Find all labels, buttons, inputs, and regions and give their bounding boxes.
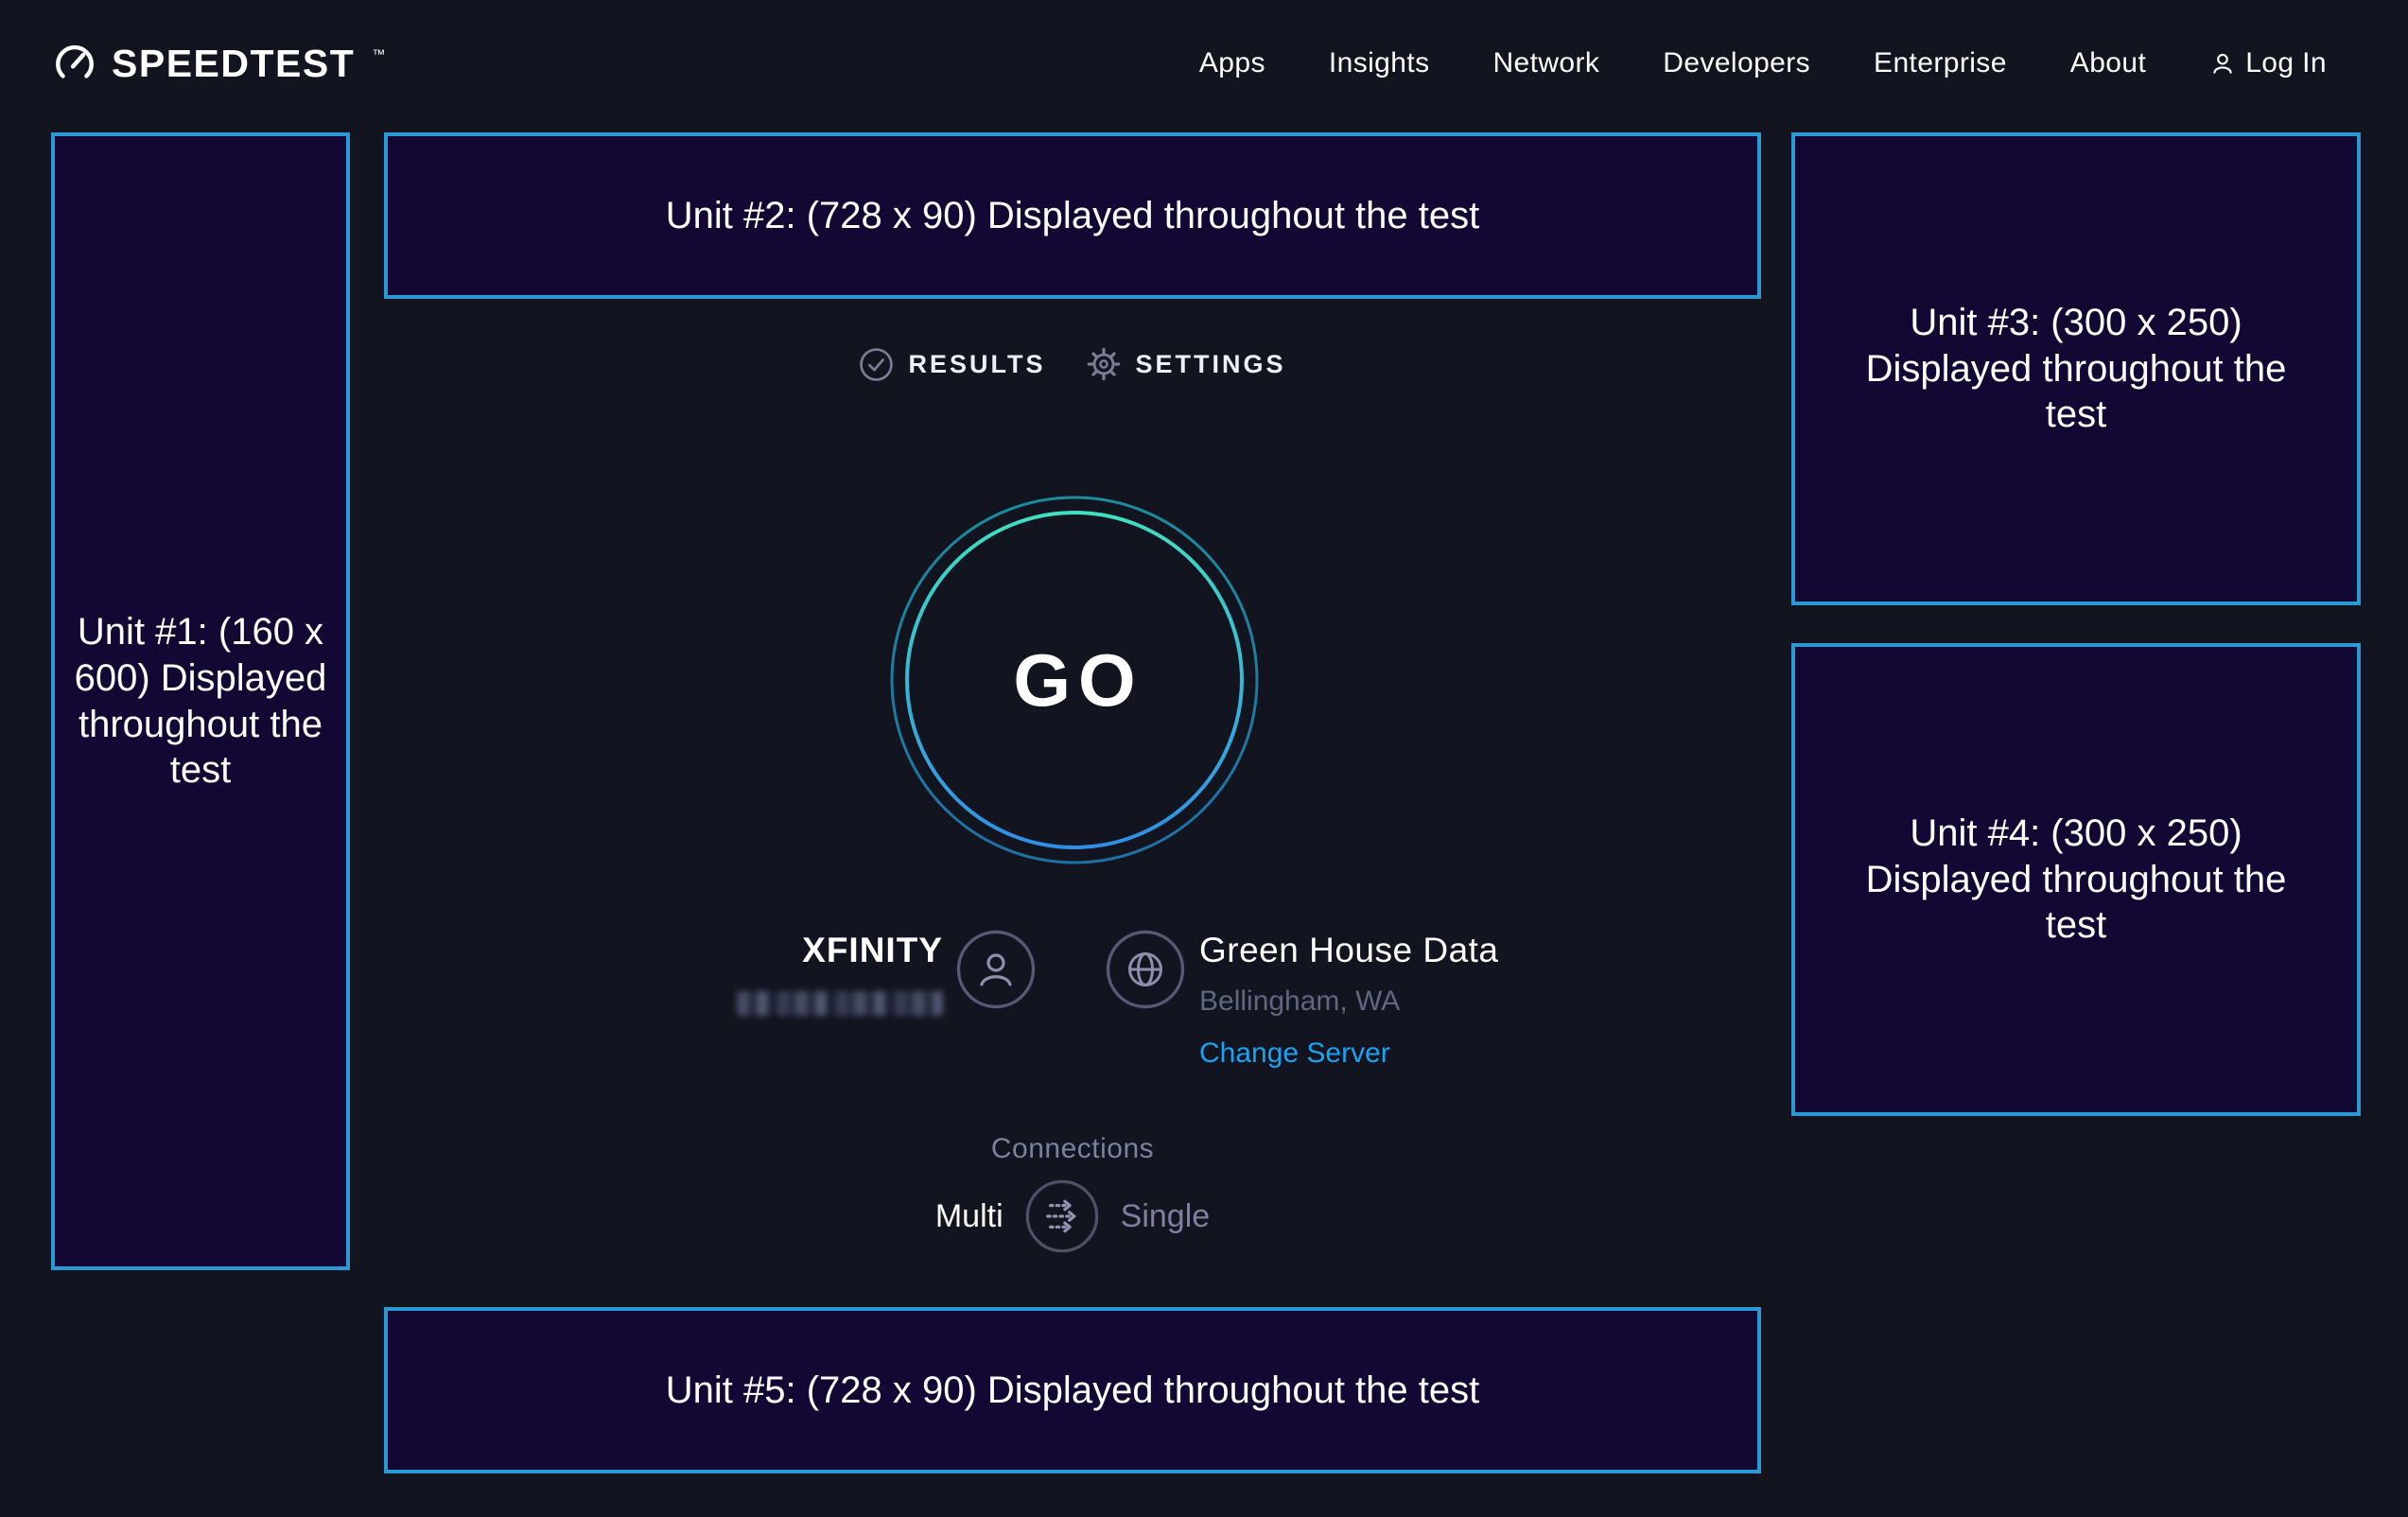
ad-unit-1-label: Unit #1: (160 x 600) Displayed throughou… <box>67 609 334 793</box>
ad-unit-2-label: Unit #2: (728 x 90) Displayed throughout… <box>666 193 1480 239</box>
ad-unit-2[interactable]: Unit #2: (728 x 90) Displayed throughout… <box>384 132 1761 299</box>
logo-text: SPEEDTEST <box>112 42 355 86</box>
nav-links: Apps Insights Network Developers Enterpr… <box>1199 47 2327 79</box>
tab-results[interactable]: RESULTS <box>859 347 1045 382</box>
isp-person-icon <box>956 930 1036 1009</box>
ad-unit-3[interactable]: Unit #3: (300 x 250) Displayed throughou… <box>1791 132 2361 605</box>
connections-option-multi[interactable]: Multi <box>935 1198 1003 1235</box>
nav-item-insights[interactable]: Insights <box>1329 47 1430 79</box>
go-button[interactable]: GO <box>889 495 1260 865</box>
change-server-link[interactable]: Change Server <box>1199 1037 1390 1070</box>
logo-trademark: ™ <box>372 46 385 61</box>
tab-settings-label: SETTINGS <box>1136 350 1286 379</box>
tab-settings[interactable]: SETTINGS <box>1086 346 1286 382</box>
ad-unit-1[interactable]: Unit #1: (160 x 600) Displayed throughou… <box>51 132 350 1270</box>
server-name: Green House Data <box>1199 931 1499 970</box>
tab-results-label: RESULTS <box>908 350 1045 379</box>
check-circle-icon <box>859 347 894 382</box>
server-block: Green House Data Bellingham, WA Change S… <box>1199 931 1499 1070</box>
nav-item-about[interactable]: About <box>2070 47 2146 79</box>
person-icon <box>2209 50 2236 77</box>
nav-item-enterprise[interactable]: Enterprise <box>1874 47 2007 79</box>
navbar: SPEEDTEST ™ Apps Insights Network Develop… <box>0 0 2408 127</box>
nav-item-developers[interactable]: Developers <box>1663 47 1810 79</box>
server-location: Bellingham, WA <box>1199 985 1400 1018</box>
nav-login-label: Log In <box>2245 47 2327 79</box>
ad-unit-5-label: Unit #5: (728 x 90) Displayed throughout… <box>666 1368 1480 1414</box>
isp-block: XFINITY <box>737 931 943 1016</box>
ad-unit-4[interactable]: Unit #4: (300 x 250) Displayed throughou… <box>1791 643 2361 1116</box>
isp-name: XFINITY <box>802 931 943 970</box>
connections-row: Multi Single <box>384 1178 1761 1254</box>
connections-label: Connections <box>384 1133 1761 1165</box>
speedtest-page: SPEEDTEST ™ Apps Insights Network Develop… <box>0 0 2408 1517</box>
nav-item-apps[interactable]: Apps <box>1199 47 1265 79</box>
speedtest-gauge-icon <box>53 42 96 85</box>
connections-option-single[interactable]: Single <box>1121 1198 1211 1235</box>
isp-details-redacted <box>737 991 943 1016</box>
speedtest-logo[interactable]: SPEEDTEST ™ <box>53 42 383 86</box>
server-globe-icon <box>1106 930 1185 1009</box>
nav-item-network[interactable]: Network <box>1492 47 1599 79</box>
ad-unit-5[interactable]: Unit #5: (728 x 90) Displayed throughout… <box>384 1307 1761 1473</box>
go-button-label: GO <box>889 495 1260 865</box>
tabs-row: RESULTS SETTINGS <box>384 340 1761 388</box>
connections-toggle-icon[interactable] <box>1024 1178 1100 1254</box>
ad-unit-4-label: Unit #4: (300 x 250) Displayed throughou… <box>1854 811 2298 949</box>
nav-login-button[interactable]: Log In <box>2209 47 2327 79</box>
ad-unit-3-label: Unit #3: (300 x 250) Displayed throughou… <box>1854 300 2298 438</box>
gear-icon <box>1086 346 1122 382</box>
